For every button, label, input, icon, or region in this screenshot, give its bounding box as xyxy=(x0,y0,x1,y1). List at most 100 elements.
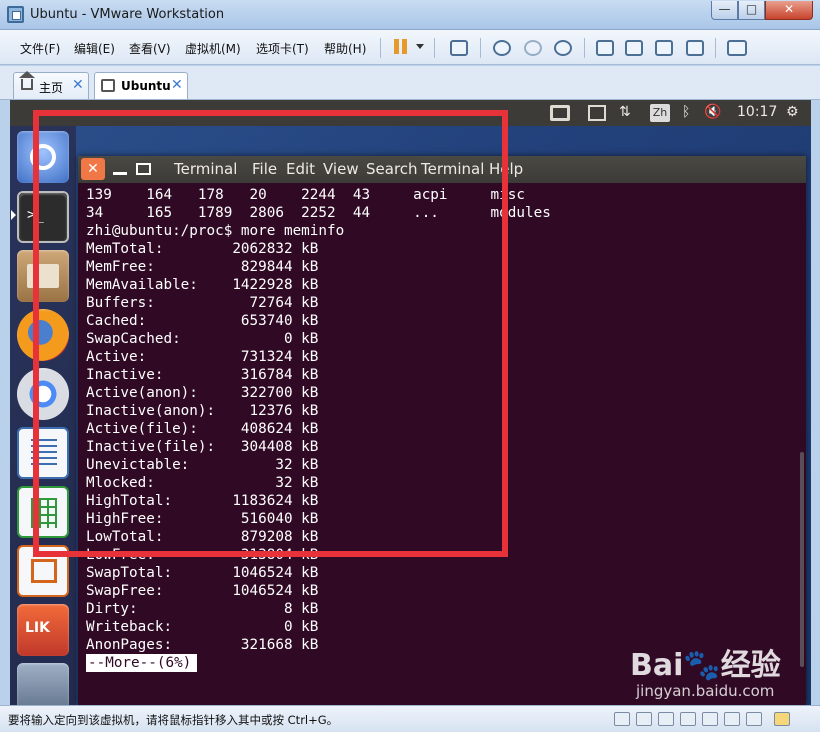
tab-home[interactable]: 主页 ✕ xyxy=(13,71,89,99)
volume-muted-icon[interactable]: 🔇 xyxy=(704,104,721,120)
terminal-output-line: Inactive(anon): 12376 kB xyxy=(86,403,319,419)
bluetooth-icon[interactable]: ᛒ xyxy=(682,104,690,120)
tab-ubuntu-label: Ubuntu xyxy=(121,79,171,93)
terminal-output-line: Inactive(file): 304408 kB xyxy=(86,439,319,455)
terminal-output[interactable]: 139 164 178 20 2244 43 acpi misc 34 165 1… xyxy=(86,186,798,701)
software-center-icon[interactable]: LIK xyxy=(17,604,69,656)
terminal-output-line: Inactive: 316784 kB xyxy=(86,367,319,383)
network-status-icon[interactable] xyxy=(658,712,674,726)
terminal-close-button[interactable]: ✕ xyxy=(81,158,105,180)
printer-status-icon[interactable] xyxy=(724,712,740,726)
terminal-output-line: SwapTotal: 1046524 kB xyxy=(86,565,319,581)
tab-ubuntu-close-icon[interactable]: ✕ xyxy=(171,77,183,93)
terminal-scrollbar[interactable] xyxy=(800,452,804,667)
terminal-output-line: Active: 731324 kB xyxy=(86,349,319,365)
close-button[interactable]: ✕ xyxy=(765,1,813,20)
pause-icon[interactable] xyxy=(391,37,413,57)
terminal-menu-file[interactable]: File xyxy=(252,160,277,178)
window-titlebar: Ubuntu - VMware Workstation — □ ✕ xyxy=(0,0,820,30)
terminal-output-line: Writeback: 0 kB xyxy=(86,619,319,635)
menu-tabs[interactable]: 选项卡(T) xyxy=(256,40,309,57)
tab-ubuntu[interactable]: Ubuntu ✕ xyxy=(94,72,188,99)
terminal-app-menu[interactable]: Terminal xyxy=(174,160,237,178)
terminal-maximize-button[interactable] xyxy=(136,163,151,175)
vm-icon xyxy=(101,79,115,92)
terminal-output-line: LowFree: 313804 kB xyxy=(86,547,319,563)
terminal-output-line: HighFree: 516040 kB xyxy=(86,511,319,527)
terminal-menu-edit[interactable]: Edit xyxy=(286,160,315,178)
display-status-icon[interactable] xyxy=(746,712,762,726)
terminal-window[interactable]: ✕ Terminal File Edit View Search Termina… xyxy=(78,156,806,705)
terminal-app-icon[interactable]: >_ xyxy=(17,191,69,243)
terminal-menu-view[interactable]: View xyxy=(323,160,359,178)
tab-home-close-icon[interactable]: ✕ xyxy=(72,77,84,93)
power-dropdown-icon[interactable] xyxy=(416,44,424,49)
vmware-app-icon xyxy=(7,6,24,23)
menu-edit[interactable]: 编辑(E) xyxy=(74,40,115,57)
hdd-status-icon[interactable] xyxy=(614,712,630,726)
terminal-output-line: Active(file): 408624 kB xyxy=(86,421,319,437)
calendar-icon[interactable] xyxy=(588,105,606,121)
keyboard-indicator-icon[interactable] xyxy=(550,105,570,121)
system-settings-icon[interactable] xyxy=(17,663,69,705)
firefox-app-icon[interactable] xyxy=(17,309,69,361)
status-message: 要将输入定向到该虚拟机，请将鼠标指针移入其中或按 Ctrl+G。 xyxy=(8,713,339,727)
dash-home-icon[interactable] xyxy=(17,131,69,183)
sound-status-icon[interactable] xyxy=(702,712,718,726)
menu-view[interactable]: 查看(V) xyxy=(129,40,171,57)
usb-status-icon[interactable] xyxy=(680,712,696,726)
vm-display[interactable]: ⇅ Zh ᛒ 🔇 10:17 ⚙ >_ LIK ✕ Terminal File … xyxy=(10,100,811,705)
home-icon xyxy=(19,71,35,90)
tab-home-label: 主页 xyxy=(39,81,64,95)
terminal-menu-help[interactable]: Help xyxy=(489,160,523,178)
menu-help[interactable]: 帮助(H) xyxy=(324,40,366,57)
revert-snapshot-icon[interactable] xyxy=(524,40,542,56)
terminal-output-line: MemFree: 829844 kB xyxy=(86,259,319,275)
toolbar-separator xyxy=(715,38,716,58)
terminal-output-line: MemAvailable: 1422928 kB xyxy=(86,277,319,293)
maximize-button[interactable]: □ xyxy=(738,1,765,20)
session-gear-icon[interactable]: ⚙ xyxy=(786,104,799,120)
terminal-output-line: 34 165 1789 2806 2252 44 ... modules xyxy=(86,205,551,221)
fullscreen-icon[interactable] xyxy=(655,40,673,56)
network-icon[interactable]: ⇅ xyxy=(619,104,631,120)
software-center-label: LIK xyxy=(25,620,50,636)
toolbar-separator xyxy=(380,38,381,58)
message-log-icon[interactable] xyxy=(774,712,790,726)
libreoffice-impress-icon[interactable] xyxy=(17,545,69,597)
terminal-menu-terminal[interactable]: Terminal xyxy=(421,160,484,178)
minimize-button[interactable]: — xyxy=(711,1,738,20)
send-ctrl-alt-del-icon[interactable] xyxy=(450,40,468,56)
toolbar-separator xyxy=(434,38,435,58)
watermark-url: jingyan.baidu.com xyxy=(636,682,775,700)
toolbar-separator xyxy=(480,38,481,58)
terminal-output-line: 139 164 178 20 2244 43 acpi misc xyxy=(86,187,525,203)
terminal-output-line: Active(anon): 322700 kB xyxy=(86,385,319,401)
terminal-output-line: LowTotal: 879208 kB xyxy=(86,529,319,545)
clock[interactable]: 10:17 xyxy=(737,104,777,120)
chromium-app-icon[interactable] xyxy=(17,368,69,420)
baidu-jingyan-watermark: Bai🐾经验 jingyan.baidu.com xyxy=(630,640,815,710)
terminal-output-line: Buffers: 72764 kB xyxy=(86,295,319,311)
terminal-menu-search[interactable]: Search xyxy=(366,160,418,178)
snapshot-icon[interactable] xyxy=(493,40,511,56)
console-view-icon[interactable] xyxy=(625,40,643,56)
unity-mode-icon[interactable] xyxy=(686,40,704,56)
menu-vm[interactable]: 虚拟机(M) xyxy=(185,40,241,57)
terminal-prompt-glyph: >_ xyxy=(27,207,44,223)
sidebar-toggle-icon[interactable] xyxy=(596,40,614,56)
preferences-icon[interactable] xyxy=(727,40,747,56)
active-app-indicator xyxy=(11,210,16,220)
files-app-icon[interactable] xyxy=(17,250,69,302)
libreoffice-writer-icon[interactable] xyxy=(17,427,69,479)
unity-launcher: >_ LIK xyxy=(10,126,76,705)
terminal-minimize-button[interactable] xyxy=(113,172,127,175)
terminal-output-line: Mlocked: 32 kB xyxy=(86,475,319,491)
libreoffice-calc-icon[interactable] xyxy=(17,486,69,538)
menu-toolbar: 文件(F) 编辑(E) 查看(V) 虚拟机(M) 选项卡(T) 帮助(H) xyxy=(0,30,820,65)
menu-file[interactable]: 文件(F) xyxy=(20,40,60,57)
ime-indicator[interactable]: Zh xyxy=(650,104,670,122)
terminal-output-line: HighTotal: 1183624 kB xyxy=(86,493,319,509)
cd-status-icon[interactable] xyxy=(636,712,652,726)
snapshot-manager-icon[interactable] xyxy=(554,40,572,56)
